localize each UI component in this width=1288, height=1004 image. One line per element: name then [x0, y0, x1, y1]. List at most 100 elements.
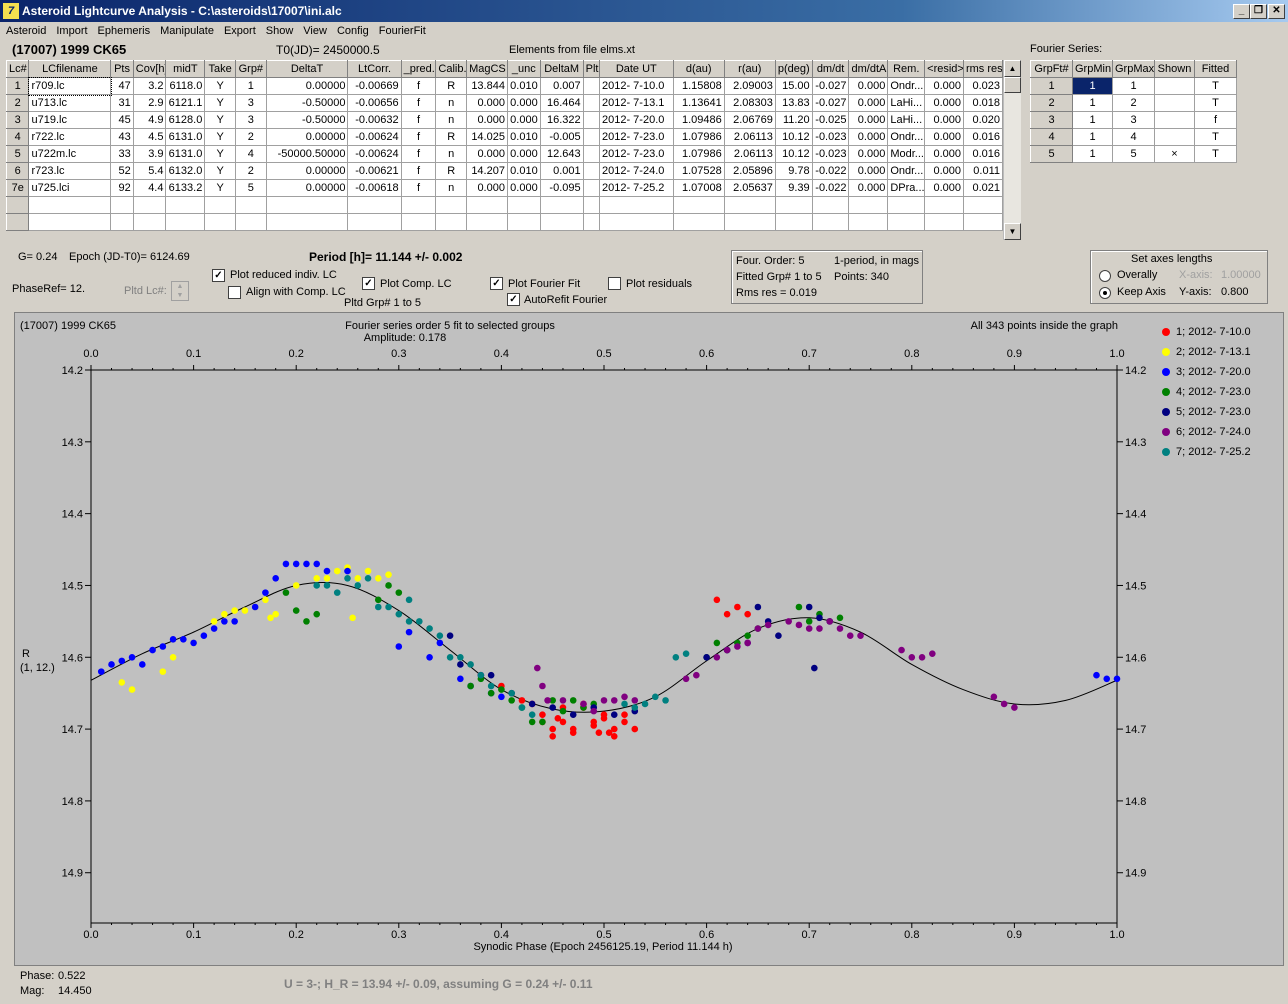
table-cell[interactable] — [582, 145, 600, 163]
table-cell[interactable]: 2.09003 — [723, 77, 776, 95]
table-cell[interactable]: 0.000 — [924, 77, 964, 95]
table-cell[interactable]: 92 — [110, 179, 134, 197]
table-cell[interactable] — [204, 213, 236, 231]
table-cell[interactable]: 2012- 7-24.0 — [598, 162, 674, 180]
table-cell[interactable]: n — [435, 94, 468, 112]
table-cell[interactable]: 2012- 7-20.0 — [598, 111, 674, 129]
table-cell[interactable]: 3.9 — [132, 145, 167, 163]
table-cell[interactable] — [265, 213, 349, 231]
table-cell[interactable]: 0.000 — [924, 94, 964, 112]
table-cell[interactable] — [582, 94, 600, 112]
table-cell[interactable] — [672, 213, 725, 231]
table-cell[interactable] — [1154, 111, 1195, 129]
table-cell[interactable]: R — [435, 162, 468, 180]
table-cell[interactable]: -0.022 — [811, 179, 850, 197]
table-cell[interactable]: 0.000 — [506, 179, 541, 197]
row-header[interactable]: 2 — [5, 94, 30, 112]
table-cell[interactable] — [347, 196, 402, 214]
table-cell[interactable] — [506, 213, 541, 231]
table-cell[interactable]: u725.lci — [28, 179, 112, 197]
table-cell[interactable]: 1 — [235, 77, 267, 95]
row-header[interactable] — [5, 196, 30, 214]
table-cell[interactable]: -0.023 — [811, 145, 850, 163]
keep-axis-radio[interactable] — [1099, 287, 1111, 299]
fourier-series-table[interactable]: GrpFt# GrpMin GrpMax Shown Fitted 111T212T31… — [1030, 60, 1237, 163]
empty-row[interactable] — [5, 196, 1004, 214]
table-cell[interactable] — [235, 196, 267, 214]
menu-fourierfit[interactable]: FourierFit — [373, 23, 430, 37]
table-cell[interactable]: -0.50000 — [265, 94, 349, 112]
table-cell[interactable]: 5 — [235, 179, 267, 197]
table-cell[interactable]: 4.9 — [132, 111, 167, 129]
table-cell[interactable]: 0.000 — [924, 162, 964, 180]
table-cell[interactable]: 0.010 — [506, 162, 541, 180]
table-cell[interactable] — [811, 196, 850, 214]
table-row[interactable]: 3 u719.lc 45 4.9 6128.0 Y 3 -0.50000 -0.00632 f n 0… — [5, 111, 1004, 129]
table-cell[interactable]: 6132.0 — [165, 162, 206, 180]
table-cell[interactable]: 0.010 — [506, 77, 541, 95]
table-cell[interactable]: 6133.2 — [165, 179, 206, 197]
table-cell[interactable] — [110, 196, 134, 214]
lc-col-header[interactable]: _pred. — [400, 60, 437, 78]
table-cell[interactable]: 1.15808 — [672, 77, 725, 95]
table-cell[interactable] — [347, 213, 402, 231]
table-cell[interactable]: 0.000 — [466, 111, 508, 129]
lc-col-header[interactable]: _unc — [506, 60, 541, 78]
table-cell[interactable]: 0.000 — [506, 145, 541, 163]
table-cell[interactable]: 1 — [1072, 145, 1113, 163]
table-cell[interactable]: r723.lc — [28, 162, 112, 180]
table-cell[interactable]: 6131.0 — [165, 128, 206, 146]
table-cell[interactable]: -0.005 — [539, 128, 584, 146]
row-header[interactable]: 6 — [5, 162, 30, 180]
table-cell[interactable]: -0.095 — [539, 179, 584, 197]
table-cell[interactable]: 2012- 7-25.2 — [598, 179, 674, 197]
table-cell[interactable]: 6121.1 — [165, 94, 206, 112]
lc-col-header[interactable]: <resid> — [924, 60, 964, 78]
table-cell[interactable]: 1.07528 — [672, 162, 725, 180]
table-cell[interactable]: u722m.lc — [28, 145, 112, 163]
table-cell[interactable]: 14.025 — [466, 128, 508, 146]
table-cell[interactable] — [539, 196, 584, 214]
table-cell[interactable]: 0.00000 — [265, 162, 349, 180]
table-cell[interactable]: 2012- 7-13.1 — [598, 94, 674, 112]
row-header[interactable]: 3 — [1030, 111, 1073, 129]
lc-col-header[interactable]: rms res — [962, 60, 1004, 78]
table-cell[interactable] — [400, 213, 437, 231]
table-cell[interactable] — [28, 213, 112, 231]
table-cell[interactable]: -0.025 — [811, 111, 850, 129]
lc-col-header[interactable]: LCfilename — [28, 60, 112, 78]
table-cell[interactable]: T — [1194, 94, 1237, 112]
table-cell[interactable]: f — [400, 179, 437, 197]
row-header[interactable]: 1 — [5, 77, 30, 95]
menu-manipulate[interactable]: Manipulate — [154, 23, 218, 37]
table-cell[interactable]: Y — [204, 111, 236, 129]
table-cell[interactable] — [598, 196, 674, 214]
table-cell[interactable]: 2012- 7-23.0 — [598, 145, 674, 163]
table-cell[interactable]: Y — [204, 145, 236, 163]
table-cell[interactable]: Y — [204, 162, 236, 180]
table-cell[interactable]: Y — [204, 128, 236, 146]
table-cell[interactable]: f — [400, 145, 437, 163]
lc-col-header[interactable]: DeltaT — [265, 60, 349, 78]
table-cell[interactable]: 1 — [1112, 77, 1155, 95]
table-cell[interactable]: 0.016 — [962, 128, 1004, 146]
table-cell[interactable]: u713.lc — [28, 94, 112, 112]
fourier-col-header[interactable]: Shown — [1154, 60, 1195, 78]
table-cell[interactable] — [582, 213, 600, 231]
table-cell[interactable]: 1.07008 — [672, 179, 725, 197]
table-cell[interactable]: 2 — [1112, 94, 1155, 112]
table-cell[interactable]: 0.000 — [848, 145, 889, 163]
table-cell[interactable]: -0.00632 — [347, 111, 402, 129]
row-header[interactable]: 2 — [1030, 94, 1073, 112]
table-cell[interactable] — [582, 179, 600, 197]
lc-col-header[interactable]: Date UT — [598, 60, 674, 78]
table-cell[interactable]: 9.39 — [774, 179, 813, 197]
table-cell[interactable]: 16.322 — [539, 111, 584, 129]
table-cell[interactable]: -0.00621 — [347, 162, 402, 180]
table-cell[interactable]: 13.844 — [466, 77, 508, 95]
table-cell[interactable]: 4.4 — [132, 179, 167, 197]
table-cell[interactable]: 1 — [1072, 94, 1113, 112]
table-cell[interactable]: f — [400, 128, 437, 146]
table-cell[interactable]: 15.00 — [774, 77, 813, 95]
table-cell[interactable] — [672, 196, 725, 214]
